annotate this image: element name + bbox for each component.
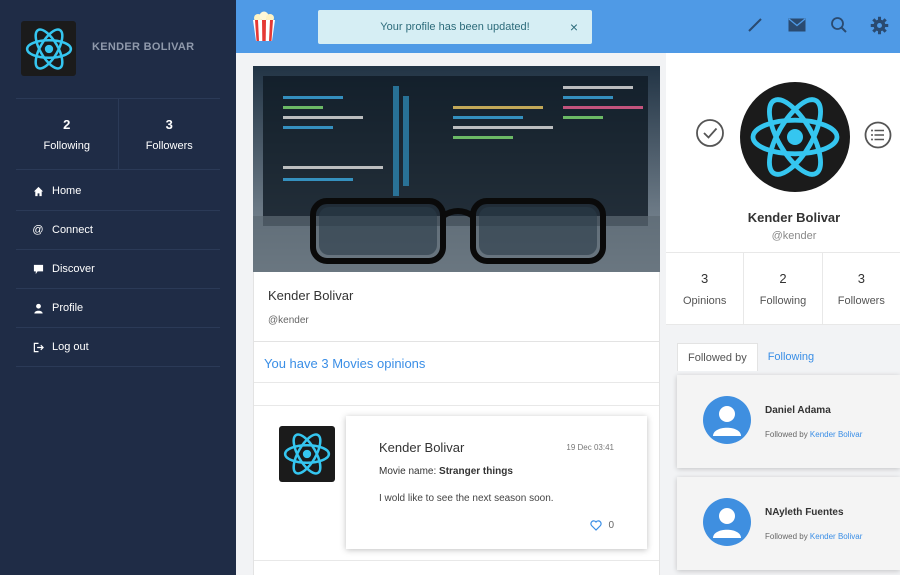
divider [254, 405, 659, 406]
sidebar-header: KENDER BOLIVAR [0, 0, 236, 98]
stat-label: Followers [145, 139, 193, 152]
divider [254, 382, 659, 383]
followed-by-link[interactable]: Kender Bolivar [810, 430, 862, 439]
followed-by-label: Followed by [765, 532, 808, 541]
like-count: 0 [608, 520, 614, 531]
right-panel: Kender Bolivar @kender 3 Opinions 2 Foll… [666, 53, 900, 575]
avatar[interactable] [21, 21, 76, 76]
stat-value: 3 [857, 270, 865, 286]
popcorn-logo-icon[interactable] [248, 10, 280, 42]
success-toast: Your profile has been updated! × [318, 10, 592, 44]
stat-value: 3 [701, 270, 709, 286]
opinions-panel: You have 3 Movies opinions Kender Boliva… [253, 342, 660, 575]
movie-label: Movie name: [379, 466, 437, 477]
follower-card[interactable]: Daniel Adama Followed by Kender Bolivar [677, 375, 900, 468]
tab-following[interactable]: Following [758, 343, 824, 371]
react-logo-icon [747, 89, 843, 185]
react-logo-icon [24, 24, 74, 74]
pen-icon[interactable] [744, 14, 766, 36]
sidebar-item-label: Connect [52, 224, 93, 236]
top-bar: Your profile has been updated! × [236, 0, 900, 53]
sidebar: KENDER BOLIVAR 2 Following 3 Followers H… [0, 0, 236, 575]
sidebar-item-logout[interactable]: Log out [16, 328, 220, 367]
avatar [703, 396, 751, 444]
avatar[interactable] [279, 426, 335, 482]
gear-icon[interactable] [868, 14, 890, 36]
like-button[interactable]: 0 [590, 520, 614, 531]
logout-icon [32, 342, 44, 353]
profile-handle: @kender [268, 315, 309, 326]
sidebar-item-label: Log out [52, 341, 89, 353]
follower-meta: Followed by Kender Bolivar [765, 430, 862, 439]
opinion-text: I wold like to see the next season soon. [379, 493, 554, 504]
sidebar-item-profile[interactable]: Profile [16, 289, 220, 328]
sidebar-stat-following[interactable]: 2 Following [16, 99, 119, 169]
profile-avatar[interactable] [740, 82, 850, 192]
opinion-author: Kender Bolivar [379, 440, 465, 455]
sidebar-stats: 2 Following 3 Followers [16, 98, 220, 170]
user-icon [32, 303, 44, 314]
user-icon [713, 406, 741, 436]
stat-label: Following [759, 294, 807, 307]
profile-name: Kender Bolivar [268, 288, 354, 303]
follower-name: Daniel Adama [765, 405, 831, 416]
stat-label: Opinions [682, 294, 727, 307]
toast-message: Your profile has been updated! [380, 21, 530, 33]
home-icon [32, 186, 44, 197]
follower-name: NAyleth Fuentes [765, 507, 844, 518]
opinion-movie: Movie name: Stranger things [379, 466, 513, 477]
stat-opinions[interactable]: 3 Opinions [666, 253, 745, 324]
movie-name: Stranger things [439, 466, 513, 477]
followers-tabs: Followed by Following [677, 343, 824, 371]
tab-followed-by[interactable]: Followed by [677, 343, 758, 371]
stat-label: Following [43, 139, 90, 152]
list-circle-icon[interactable] [864, 121, 892, 154]
opinions-title: You have 3 Movies opinions [264, 356, 426, 371]
stat-label: Followers [837, 294, 885, 307]
sidebar-item-label: Discover [52, 263, 95, 275]
profile-name: Kender Bolivar [747, 210, 841, 225]
opinion-date: 19 Dec 03:41 [566, 443, 614, 452]
react-logo-icon [282, 429, 332, 479]
at-icon: @ [32, 224, 44, 236]
sidebar-item-discover[interactable]: Discover [16, 250, 220, 289]
mail-icon[interactable] [786, 14, 808, 36]
follower-meta: Followed by Kender Bolivar [765, 532, 862, 541]
stat-value: 2 [63, 116, 71, 132]
main-column: Kender Bolivar @kender You have 3 Movies… [236, 53, 666, 575]
sidebar-nav: Home @ Connect Discover Profile Log out [16, 172, 220, 367]
divider [254, 560, 659, 561]
sidebar-item-connect[interactable]: @ Connect [16, 211, 220, 250]
sidebar-item-home[interactable]: Home [16, 172, 220, 211]
stat-followers[interactable]: 3 Followers [823, 253, 900, 324]
check-circle-icon[interactable] [695, 118, 725, 153]
sidebar-item-label: Home [52, 185, 82, 197]
user-icon [713, 508, 741, 538]
search-icon[interactable] [828, 14, 850, 36]
heart-icon [590, 520, 603, 531]
profile-stats: 3 Opinions 2 Following 3 Followers [666, 252, 900, 325]
close-icon[interactable]: × [570, 19, 578, 35]
followed-by-label: Followed by [765, 430, 808, 439]
stat-following[interactable]: 2 Following [744, 253, 823, 324]
follower-card[interactable]: NAyleth Fuentes Followed by Kender Boliv… [677, 477, 900, 570]
cover-image [253, 66, 660, 272]
sidebar-stat-followers[interactable]: 3 Followers [119, 99, 221, 169]
stat-value: 3 [165, 116, 173, 132]
stat-value: 2 [779, 270, 787, 286]
followed-by-link[interactable]: Kender Bolivar [810, 532, 862, 541]
avatar [703, 498, 751, 546]
profile-handle: @kender [771, 230, 817, 242]
sidebar-user-name: KENDER BOLIVAR [92, 41, 195, 53]
profile-card: Kender Bolivar @kender [253, 272, 660, 342]
opinion-card: Kender Bolivar 19 Dec 03:41 Movie name: … [346, 416, 647, 549]
chat-icon [32, 264, 44, 275]
sidebar-item-label: Profile [52, 302, 84, 314]
